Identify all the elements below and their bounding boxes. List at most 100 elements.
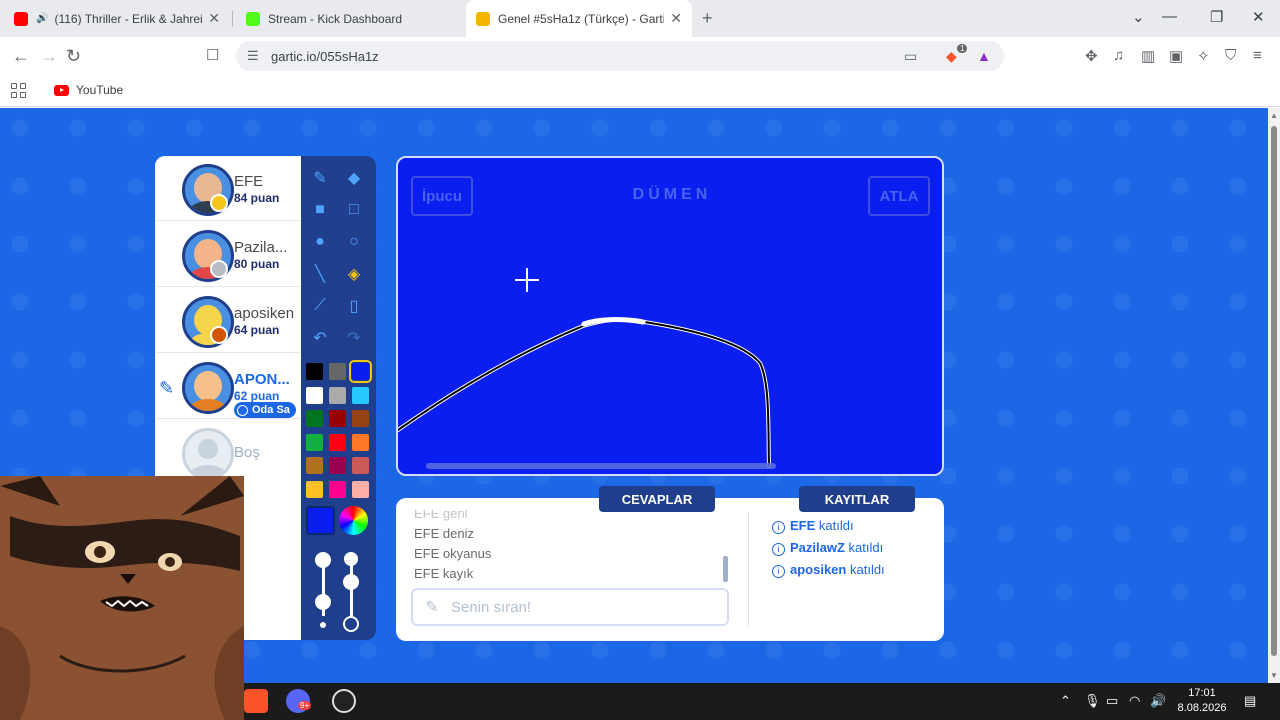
- brave-taskbar-icon[interactable]: [244, 689, 268, 713]
- url-text: gartic.io/055sHa1z: [271, 49, 379, 64]
- color-swatch[interactable]: [329, 433, 346, 451]
- close-tab-icon[interactable]: ✕: [670, 10, 682, 27]
- color-swatch[interactable]: [306, 363, 323, 380]
- opacity-slider-knob[interactable]: [343, 574, 359, 590]
- color-swatch[interactable]: [329, 363, 346, 380]
- color-swatch[interactable]: [329, 480, 346, 498]
- taskbar-clock[interactable]: 17:01 8.08.2026: [1176, 686, 1228, 716]
- player-row-current[interactable]: ✎ APON... 62 puan Oda Sa: [155, 354, 301, 419]
- address-bar[interactable]: ☰ gartic.io/055sHa1z ▭ ◆ 1 ▲: [236, 41, 1004, 71]
- speaker-icon[interactable]: 🔊: [36, 13, 48, 24]
- battery-icon[interactable]: ▭: [1106, 693, 1118, 709]
- filled-rect-tool-icon[interactable]: ■: [306, 196, 334, 224]
- eraser-tool-icon[interactable]: ◆: [340, 164, 368, 192]
- redo-icon[interactable]: ↷: [340, 324, 368, 352]
- size-slider-knob[interactable]: [315, 594, 331, 610]
- leo-ai-icon[interactable]: ✧: [1197, 47, 1210, 65]
- answer-input[interactable]: [451, 598, 721, 616]
- color-swatch[interactable]: [329, 457, 346, 474]
- new-tab-icon[interactable]: +: [702, 8, 713, 29]
- clear-page-tool-icon[interactable]: ▯: [340, 292, 368, 320]
- scroll-thumb[interactable]: [1271, 126, 1277, 656]
- notifications-icon[interactable]: ▤: [1244, 693, 1256, 709]
- restore-icon[interactable]: ❐: [1210, 8, 1223, 26]
- size-top-knob: [315, 552, 331, 568]
- rect-tool-icon[interactable]: □: [340, 196, 368, 224]
- tab-search-icon[interactable]: ⌄: [1132, 8, 1145, 26]
- current-color-swatch[interactable]: [306, 506, 335, 535]
- media-icon[interactable]: ♫: [1113, 47, 1124, 64]
- extensions-icon[interactable]: ✥: [1085, 47, 1098, 65]
- brave-rewards-icon[interactable]: ▲: [977, 48, 991, 64]
- player-row[interactable]: aposiken 64 puan: [155, 288, 301, 353]
- undo-icon[interactable]: ↶: [306, 324, 334, 352]
- apps-grid-icon[interactable]: [11, 83, 26, 98]
- color-wheel-icon[interactable]: [339, 506, 368, 535]
- tab-youtube[interactable]: 🔊 (116) Thriller - Erlik & Jahrein - Yo …: [4, 0, 230, 37]
- close-tab-icon[interactable]: ✕: [208, 10, 220, 27]
- tab-title: Stream - Kick Dashboard: [268, 11, 403, 26]
- close-window-icon[interactable]: ✕: [1252, 8, 1265, 26]
- color-swatch[interactable]: [306, 457, 323, 474]
- brave-badge: 1: [957, 44, 968, 53]
- color-swatch[interactable]: [306, 480, 323, 498]
- color-swatch[interactable]: [349, 360, 372, 383]
- tab-gartic[interactable]: Genel #5sHa1z (Türkçe) - Gartic.io ✕: [466, 0, 692, 37]
- vpn-icon[interactable]: ⛉: [1225, 47, 1236, 64]
- pencil-tool-icon[interactable]: ✎: [306, 164, 334, 192]
- sidebar-icon[interactable]: ▥: [1141, 47, 1155, 65]
- cast-icon[interactable]: ▭: [904, 48, 917, 65]
- color-swatch[interactable]: [306, 410, 323, 427]
- scroll-up-icon: ▲: [1270, 111, 1278, 120]
- player-score: 84 puan: [234, 191, 280, 205]
- player-score: 62 puan: [234, 389, 280, 403]
- site-info-icon[interactable]: ☰: [247, 48, 259, 64]
- player-row[interactable]: Pazila... 80 puan: [155, 222, 301, 287]
- color-swatch[interactable]: [352, 480, 369, 498]
- volume-icon[interactable]: 🔊: [1150, 693, 1166, 709]
- player-name: Boş: [234, 444, 260, 461]
- log-item: i EFE katıldı: [772, 515, 885, 537]
- scroll-down-icon: ▼: [1270, 671, 1278, 680]
- color-swatch[interactable]: [352, 410, 369, 427]
- forward-icon[interactable]: →: [40, 46, 58, 67]
- bookmark-youtube[interactable]: YouTube: [54, 83, 123, 97]
- logs-tab[interactable]: KAYITLAR: [799, 486, 915, 512]
- line-tool-icon[interactable]: ╲: [306, 260, 334, 288]
- bookmark-icon[interactable]: ☐: [206, 46, 219, 64]
- answers-scrollbar[interactable]: [723, 556, 728, 582]
- youtube-icon: [14, 11, 28, 26]
- player-row[interactable]: EFE 84 puan: [155, 156, 301, 221]
- color-swatch[interactable]: [352, 386, 369, 404]
- page-scrollbar[interactable]: ▲ ▼: [1268, 108, 1280, 683]
- drawing-canvas[interactable]: İpucu DÜMEN ATLA: [396, 156, 944, 476]
- ellipse-tool-icon[interactable]: ○: [340, 228, 368, 256]
- log-item: i aposiken katıldı: [772, 559, 885, 581]
- menu-icon[interactable]: ≡: [1253, 47, 1262, 64]
- color-swatch[interactable]: [329, 410, 346, 427]
- wifi-icon[interactable]: ◠: [1129, 693, 1140, 709]
- color-swatch[interactable]: [306, 433, 323, 451]
- player-score: 80 puan: [234, 257, 280, 271]
- color-swatch[interactable]: [306, 386, 323, 404]
- color-swatch[interactable]: [352, 433, 369, 451]
- tab-strip: 🔊 (116) Thriller - Erlik & Jahrein - Yo …: [0, 0, 1280, 37]
- back-icon[interactable]: ←: [12, 46, 30, 67]
- filled-ellipse-tool-icon[interactable]: ●: [306, 228, 334, 256]
- eyedropper-tool-icon[interactable]: ⟋: [306, 292, 334, 320]
- skip-button[interactable]: ATLA: [868, 176, 930, 216]
- brave-shields-icon[interactable]: ◆: [946, 48, 957, 65]
- microphone-icon[interactable]: 🎙: [1084, 693, 1101, 709]
- obs-taskbar-icon[interactable]: [332, 689, 356, 713]
- color-swatch[interactable]: [352, 457, 369, 474]
- fill-bucket-tool-icon[interactable]: ◈: [340, 260, 368, 288]
- show-hidden-icons-icon[interactable]: ⌃: [1060, 693, 1071, 709]
- reload-icon[interactable]: ↻: [66, 46, 81, 67]
- minimize-icon[interactable]: —: [1162, 8, 1177, 25]
- tab-kick[interactable]: Stream - Kick Dashboard: [236, 0, 462, 37]
- color-swatch[interactable]: [329, 386, 346, 404]
- wallet-icon[interactable]: ▣: [1169, 47, 1183, 65]
- answer-item: EFE deniz: [414, 526, 474, 541]
- answer-field[interactable]: ✎: [411, 588, 729, 626]
- answers-tab[interactable]: CEVAPLAR: [599, 486, 715, 512]
